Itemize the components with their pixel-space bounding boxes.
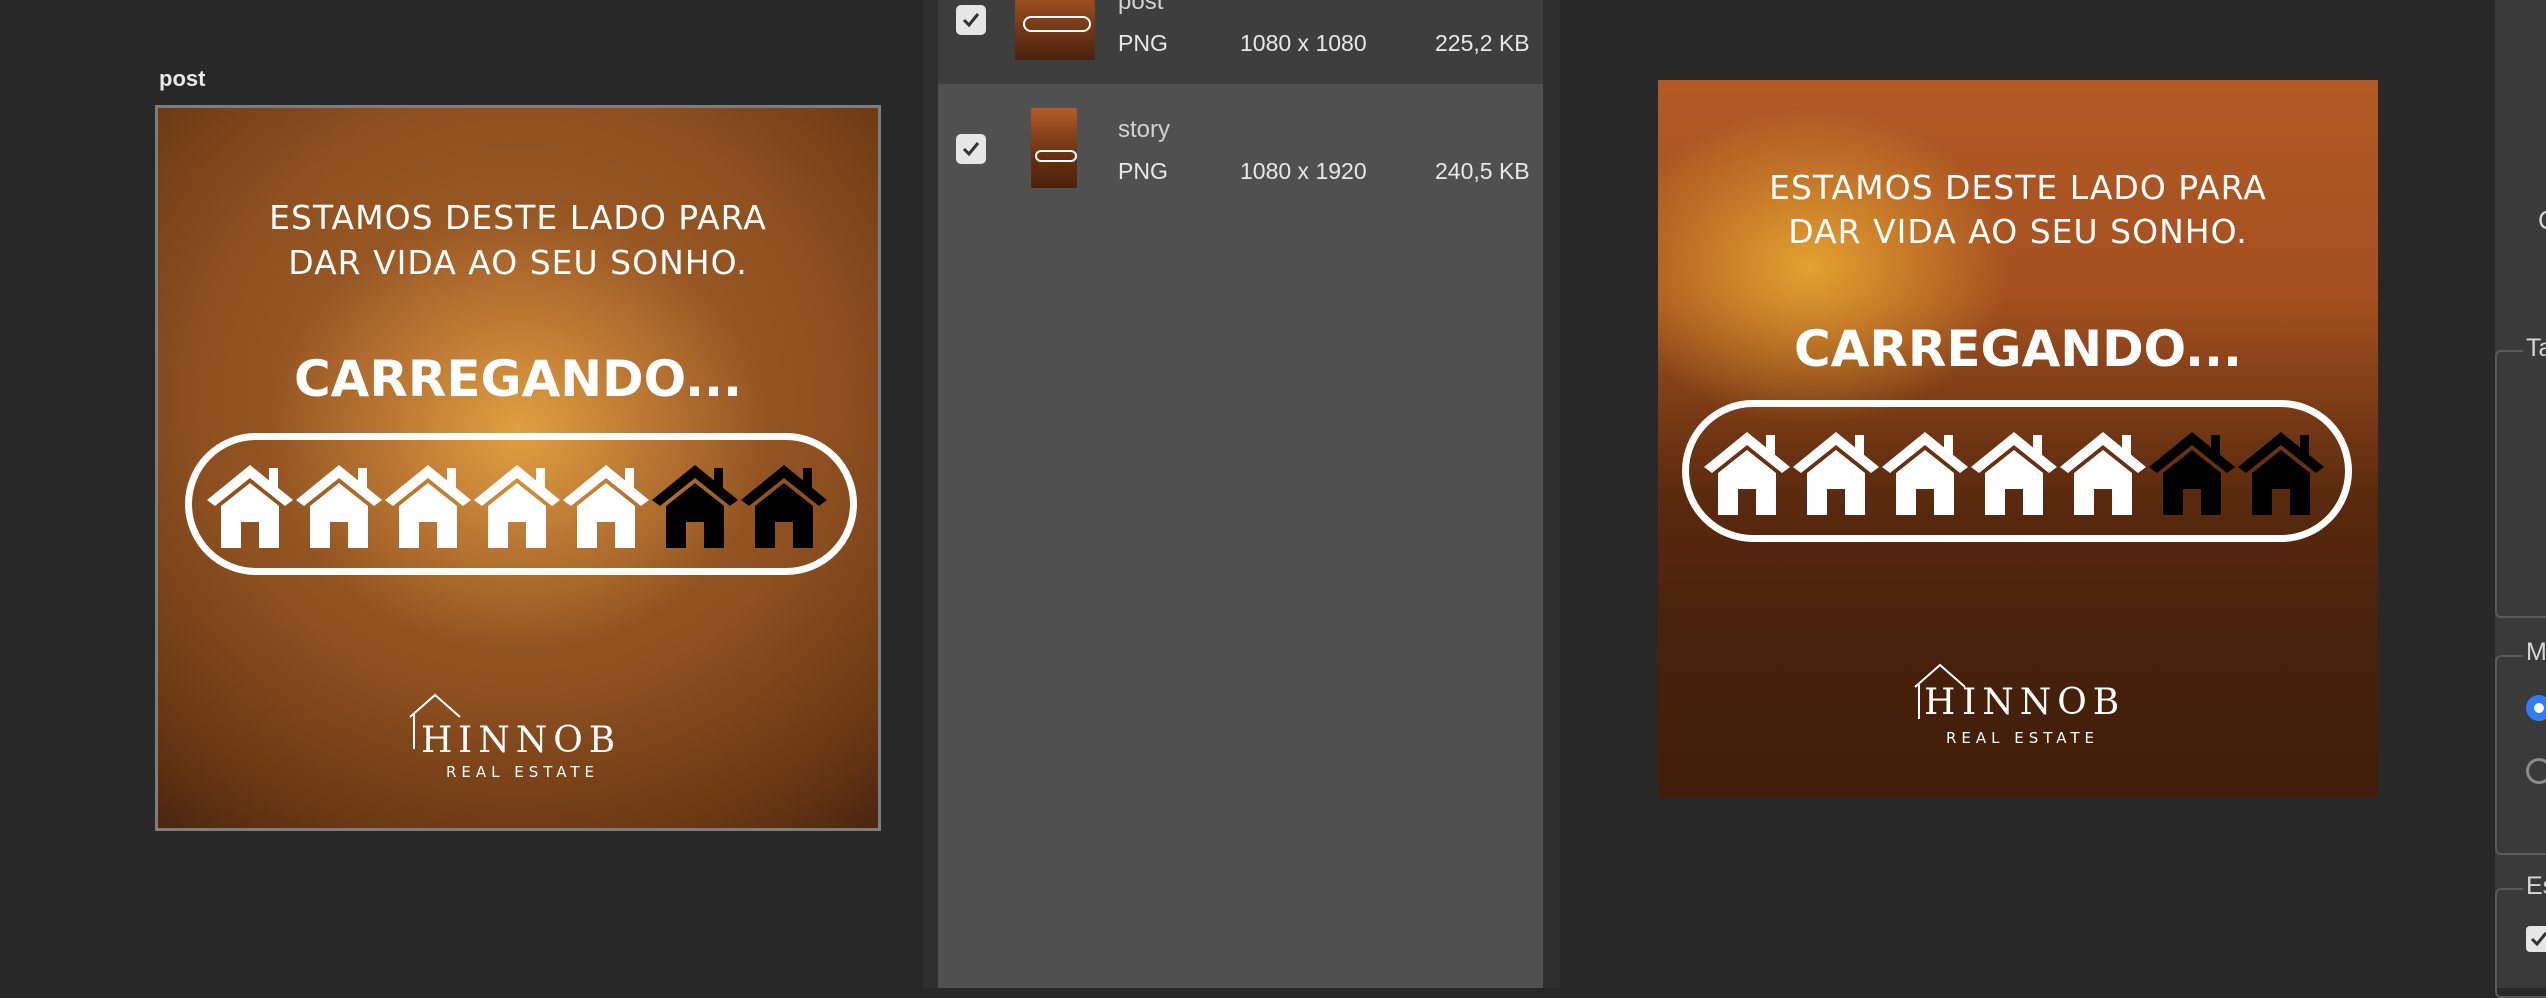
panel-divider-left[interactable] <box>923 0 938 988</box>
settings-panel: C Ta M Es <box>2475 0 2546 998</box>
artwork-headline-line1: ESTAMOS DESTE LADO PARA <box>269 198 767 237</box>
file-name-story: story <box>1118 116 1171 143</box>
house-icon <box>2149 432 2235 515</box>
file-size-story: 240,5 KB <box>1435 158 1530 184</box>
file-type-post: PNG <box>1118 30 1168 56</box>
house-icon <box>474 465 560 548</box>
file-dimensions-story: 1080 x 1920 <box>1240 158 1367 184</box>
house-icon <box>296 465 382 548</box>
checkmark-icon <box>962 142 980 157</box>
file-type-story: PNG <box>1118 158 1168 184</box>
preview-logo-subtitle: REAL ESTATE <box>1946 729 2100 747</box>
file-list-panel: post PNG 1080 x 1080 225,2 KB story PNG … <box>938 0 1543 988</box>
logo-subtitle: REAL ESTATE <box>446 763 600 781</box>
file-checkbox-post[interactable] <box>956 5 986 35</box>
preview-headline-line2: DAR VIDA AO SEU SONHO. <box>1788 212 2248 251</box>
checkmark-icon <box>2530 932 2546 947</box>
house-icon <box>563 465 649 548</box>
house-icon <box>2238 432 2324 515</box>
house-icon <box>1793 432 1879 515</box>
settings-group-mode <box>2495 655 2546 855</box>
house-icon <box>1882 432 1968 515</box>
mode-radio-option1[interactable] <box>2526 695 2546 721</box>
settings-group-size-label: Ta <box>2523 334 2546 363</box>
preview-image: ESTAMOS DESTE LADO PARA DAR VIDA AO SEU … <box>1658 80 2378 798</box>
artboard-label: post <box>159 66 206 91</box>
preview-logo-letter: H <box>1924 682 1956 723</box>
settings-group-size <box>2495 350 2546 618</box>
preview-house-row <box>1704 432 2324 515</box>
artwork-loading-text: CARREGANDO... <box>293 350 743 408</box>
logo-letter: H <box>421 720 453 761</box>
house-icon <box>1704 432 1790 515</box>
canvas-area: post ESTAMOS DESTE LADO PARA DAR VIDA AO… <box>0 0 923 988</box>
preview-loading-text: CARREGANDO... <box>1793 320 2243 378</box>
file-thumbnail-post <box>1015 0 1095 60</box>
logo-wordmark: INNOB <box>458 720 622 761</box>
preview-logo-wordmark: INNOB <box>1962 682 2126 723</box>
file-name-post: post <box>1118 0 1164 15</box>
house-icon <box>1971 432 2057 515</box>
house-icon <box>2060 432 2146 515</box>
mode-radio-option2[interactable] <box>2526 758 2546 784</box>
artboard-post[interactable]: ESTAMOS DESTE LADO PARA DAR VIDA AO SEU … <box>155 105 881 831</box>
house-icon <box>741 465 827 548</box>
preview-progress-bar <box>1682 400 2352 542</box>
artwork-headline-line2: DAR VIDA AO SEU SONHO. <box>288 243 748 282</box>
loading-progress-bar <box>185 433 857 575</box>
settings-checkbox[interactable] <box>2526 926 2546 952</box>
preview-headline-line1: ESTAMOS DESTE LADO PARA <box>1769 168 2267 207</box>
file-checkbox-story[interactable] <box>956 134 986 164</box>
panel-divider-right[interactable] <box>1543 0 1560 988</box>
settings-group-extra-label: Es <box>2523 872 2546 901</box>
house-progress-row <box>207 465 827 548</box>
file-row-post[interactable]: post PNG 1080 x 1080 225,2 KB <box>938 0 1543 84</box>
settings-group-mode-label: M <box>2523 638 2546 667</box>
preview-area: ESTAMOS DESTE LADO PARA DAR VIDA AO SEU … <box>1560 0 2475 988</box>
house-icon <box>652 465 738 548</box>
file-dimensions-post: 1080 x 1080 <box>1240 30 1367 56</box>
house-icon <box>207 465 293 548</box>
house-icon <box>385 465 471 548</box>
file-row-story[interactable]: story PNG 1080 x 1920 240,5 KB <box>938 84 1543 214</box>
file-thumbnail-story <box>1031 108 1077 188</box>
checkmark-icon <box>962 13 980 28</box>
file-size-post: 225,2 KB <box>1435 30 1530 56</box>
settings-partial-letter: C <box>2538 205 2546 236</box>
